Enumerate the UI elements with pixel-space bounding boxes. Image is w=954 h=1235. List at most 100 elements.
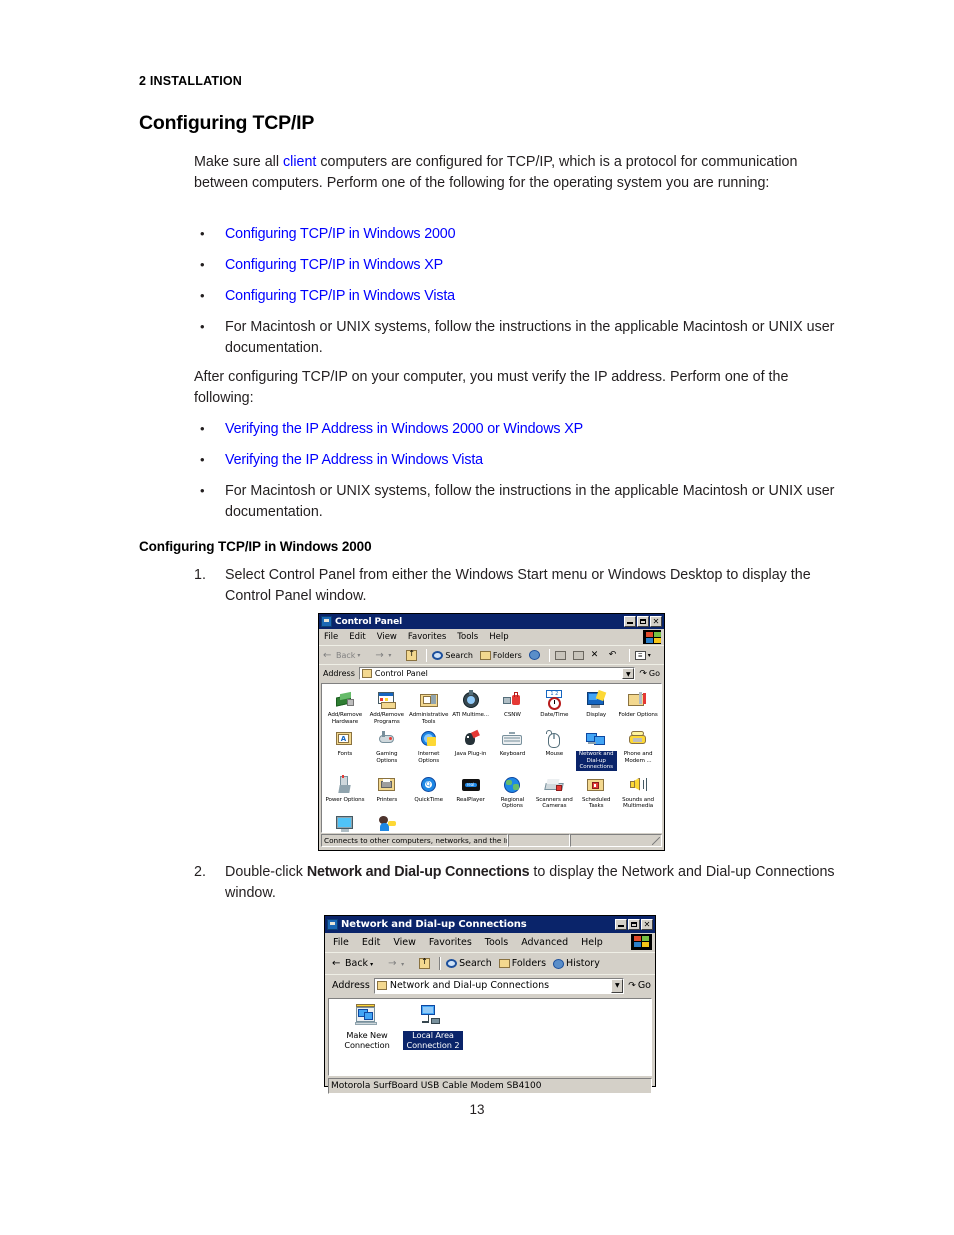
cp-item-users-and-passwords[interactable]: Users and Passwords xyxy=(366,812,408,833)
cp-item-network-and-dialup-connections[interactable]: Network and Dial-up Connections xyxy=(575,727,617,771)
toolbar-views-button[interactable]: ☰ xyxy=(634,650,659,661)
menu-view[interactable]: View xyxy=(393,937,416,948)
go-button[interactable]: Go xyxy=(628,980,651,991)
toolbar-history-button[interactable]: History xyxy=(553,958,600,969)
menu-advanced[interactable]: Advanced xyxy=(521,937,568,948)
cp-item-java-plugin[interactable]: Java Plug-in xyxy=(450,727,492,771)
cp-item-quicktime[interactable]: Q QuickTime xyxy=(408,773,450,810)
menubar: File Edit View Favorites Tools Advanced … xyxy=(325,933,655,952)
link-verify-win2000-xp[interactable]: Verifying the IP Address in Windows 2000… xyxy=(225,419,854,440)
list-item[interactable]: • Verifying the IP Address in Windows 20… xyxy=(194,419,854,440)
toolbar-folders-button[interactable]: Folders xyxy=(479,650,522,660)
toolbar-delete-button[interactable] xyxy=(591,650,602,661)
link-configure-win2000[interactable]: Configuring TCP/IP in Windows 2000 xyxy=(225,224,854,245)
chevron-down-icon[interactable] xyxy=(648,650,659,661)
close-button[interactable]: ✕ xyxy=(650,616,662,627)
link-verify-vista[interactable]: Verifying the IP Address in Windows Vist… xyxy=(225,450,854,471)
cp-item-regional-options[interactable]: Regional Options xyxy=(492,773,534,810)
cp-item-add-remove-programs[interactable]: Add/Remove Programs xyxy=(366,688,408,725)
connection-item-make-new-connection[interactable]: Make New Connection xyxy=(337,1004,397,1050)
link-configure-vista[interactable]: Configuring TCP/IP in Windows Vista xyxy=(225,286,854,307)
cp-item-fonts[interactable]: A Fonts xyxy=(324,727,366,771)
cp-item-mouse[interactable]: Mouse xyxy=(533,727,575,771)
menu-edit[interactable]: Edit xyxy=(349,632,365,642)
verify-paragraph: After configuring TCP/IP on your compute… xyxy=(194,369,789,406)
minimize-button[interactable] xyxy=(624,616,636,627)
toolbar-search-button[interactable]: Search xyxy=(446,958,492,969)
maximize-button[interactable] xyxy=(628,919,640,930)
add-remove-hardware-icon xyxy=(335,690,355,710)
menu-favorites[interactable]: Favorites xyxy=(408,632,446,642)
chevron-down-icon[interactable] xyxy=(388,650,399,661)
toolbar-forward-button[interactable] xyxy=(388,958,412,969)
go-button[interactable]: Go xyxy=(639,669,660,679)
toolbar-forward-button[interactable] xyxy=(375,650,399,661)
list-item[interactable]: • Configuring TCP/IP in Windows Vista xyxy=(194,286,854,307)
toolbar-search-button[interactable]: Search xyxy=(432,650,473,660)
toolbar-history-button[interactable] xyxy=(528,650,540,660)
cp-item-date-time[interactable]: 1 2 Date/Time xyxy=(533,688,575,725)
cp-item-ati-multimedia[interactable]: ATI Multime... xyxy=(450,688,492,725)
toolbar-undo-button[interactable] xyxy=(609,650,620,661)
cp-item-system[interactable]: System xyxy=(324,812,366,832)
toolbar-back-button[interactable]: Back xyxy=(332,958,381,969)
minimize-button[interactable] xyxy=(615,919,627,930)
chevron-down-icon[interactable] xyxy=(401,958,412,969)
chevron-down-icon[interactable] xyxy=(357,650,368,661)
toolbar-copyto-button[interactable] xyxy=(572,650,584,660)
toolbar-folders-label: Folders xyxy=(492,650,522,660)
cp-item-scanners-and-cameras[interactable]: Scanners and Cameras xyxy=(533,773,575,810)
toolbar-moveto-button[interactable] xyxy=(554,650,566,660)
phone-and-modem-icon xyxy=(628,729,648,749)
chevron-down-icon[interactable] xyxy=(370,958,381,969)
window-title: Control Panel xyxy=(335,616,403,627)
address-input[interactable]: Network and Dial-up Connections ▼ xyxy=(373,977,625,994)
close-button[interactable]: ✕ xyxy=(641,919,653,930)
cp-item-power-options[interactable]: Power Options xyxy=(324,773,366,810)
list-item[interactable]: • Configuring TCP/IP in Windows XP xyxy=(194,255,854,276)
address-bar: Address Network and Dial-up Connections … xyxy=(325,974,655,996)
menu-file[interactable]: File xyxy=(324,632,338,642)
toolbar-search-label: Search xyxy=(445,650,473,660)
menu-tools[interactable]: Tools xyxy=(457,632,478,642)
cp-item-folder-options[interactable]: Folder Options xyxy=(617,688,659,725)
maximize-button[interactable] xyxy=(637,616,649,627)
list-item[interactable]: • Verifying the IP Address in Windows Vi… xyxy=(194,450,854,471)
cp-item-add-remove-hardware[interactable]: Add/Remove Hardware xyxy=(324,688,366,725)
toolbar-back-button[interactable]: Back xyxy=(323,650,368,661)
cp-item-keyboard[interactable]: Keyboard xyxy=(492,727,534,771)
cp-item-display[interactable]: Display xyxy=(575,688,617,725)
cp-item-internet-options[interactable]: Internet Options xyxy=(408,727,450,771)
menu-edit[interactable]: Edit xyxy=(362,937,380,948)
cp-item-label: Sounds and Multimedia xyxy=(622,796,654,810)
network-connections-icon xyxy=(586,729,606,749)
menu-help[interactable]: Help xyxy=(489,632,508,642)
list-item[interactable]: • Configuring TCP/IP in Windows 2000 xyxy=(194,224,854,245)
address-dropdown-button[interactable]: ▼ xyxy=(611,978,624,993)
menu-file[interactable]: File xyxy=(333,937,349,948)
toolbar-folders-button[interactable]: Folders xyxy=(498,958,546,969)
address-input[interactable]: Control Panel ▼ xyxy=(358,667,636,680)
cp-item-phone-and-modem[interactable]: Phone and Modem ... xyxy=(617,727,659,771)
menu-view[interactable]: View xyxy=(377,632,397,642)
cp-item-administrative-tools[interactable]: Administrative Tools xyxy=(408,688,450,725)
link-configure-winxp[interactable]: Configuring TCP/IP in Windows XP xyxy=(225,255,854,276)
connection-item-local-area-connection-2[interactable]: Local Area Connection 2 xyxy=(403,1004,463,1051)
cp-item-realplayer[interactable]: real RealPlayer xyxy=(450,773,492,810)
menu-help[interactable]: Help xyxy=(581,937,603,948)
cp-item-gaming-options[interactable]: Gaming Options xyxy=(366,727,408,771)
menu-favorites[interactable]: Favorites xyxy=(429,937,472,948)
cp-item-printers[interactable]: Printers xyxy=(366,773,408,810)
cp-item-csnw[interactable]: CSNW xyxy=(492,688,534,725)
resize-grip-icon[interactable] xyxy=(652,837,660,845)
cp-item-scheduled-tasks[interactable]: Scheduled Tasks xyxy=(575,773,617,810)
toolbar-up-button[interactable] xyxy=(419,957,431,969)
cp-item-label: Add/Remove Hardware xyxy=(327,712,363,725)
cp-item-sounds-and-multimedia[interactable]: Sounds and Multimedia xyxy=(617,773,659,810)
toolbar-up-button[interactable] xyxy=(406,649,418,661)
client-link[interactable]: client xyxy=(283,154,316,170)
menu-tools[interactable]: Tools xyxy=(485,937,508,948)
csnw-icon xyxy=(502,690,522,710)
cp-item-label: Add/Remove Programs xyxy=(369,712,405,725)
address-dropdown-button[interactable]: ▼ xyxy=(622,668,635,679)
